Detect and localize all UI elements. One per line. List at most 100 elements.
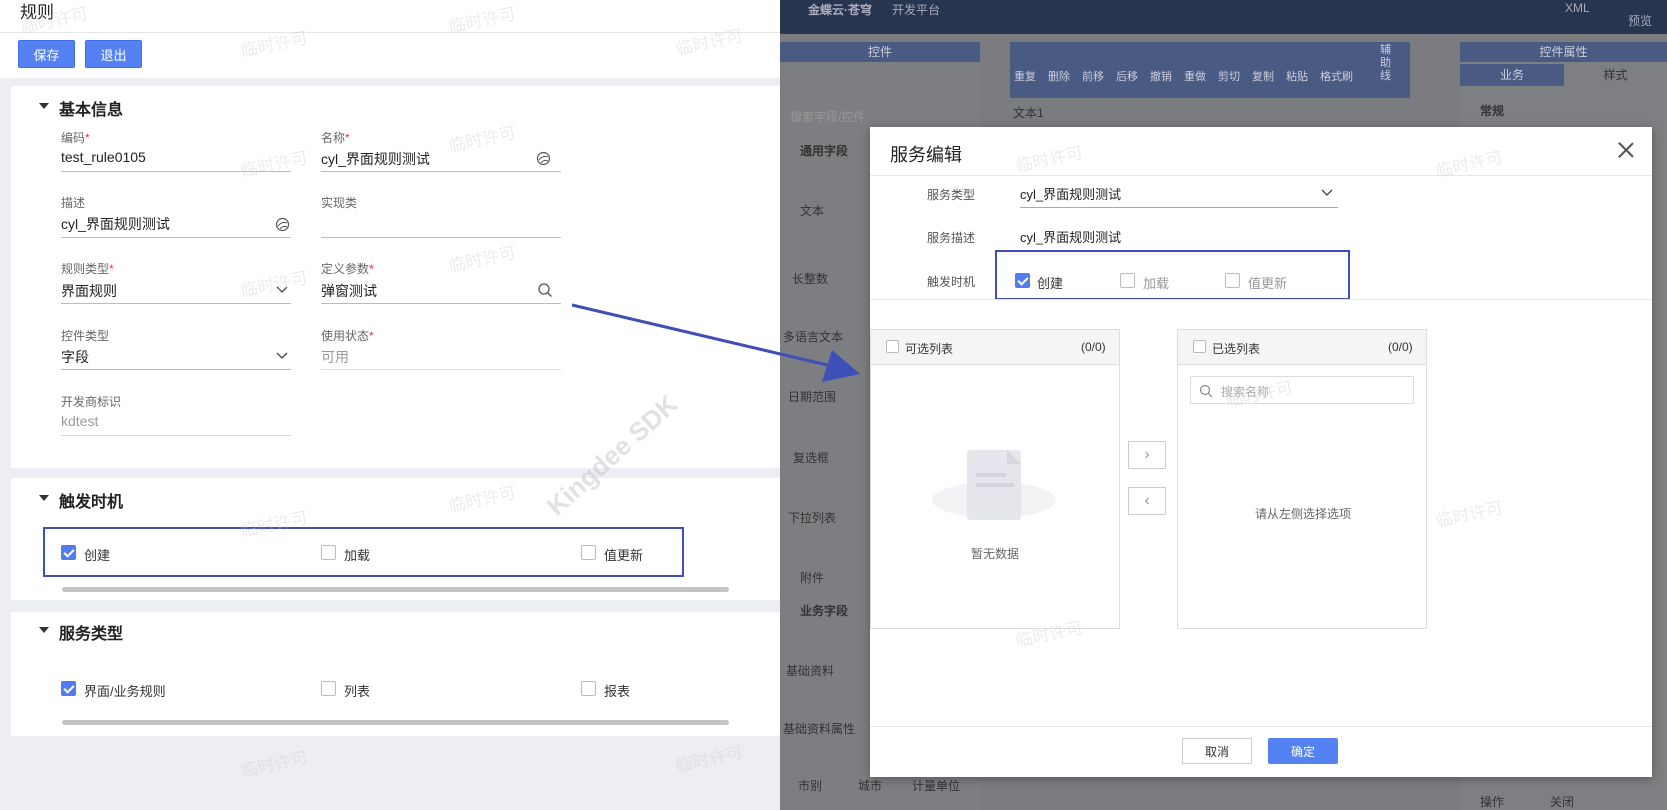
load-label: 加载 <box>1143 276 1170 291</box>
report-checkbox[interactable] <box>581 681 596 696</box>
close-icon[interactable] <box>1617 141 1635 159</box>
svc-type-select[interactable]: cyl_界面规则测试 <box>1020 184 1121 203</box>
params-label: 定义参数* <box>321 262 374 276</box>
props-title: 控件属性 <box>1460 42 1667 62</box>
tb-paste[interactable]: 粘贴 <box>1286 68 1308 84</box>
report-label: 报表 <box>604 684 631 699</box>
collapse-caret-icon <box>39 103 49 109</box>
status-label: 使用状态* <box>321 329 374 343</box>
field-basedata[interactable]: 基础资料 <box>786 662 834 679</box>
load-checkbox[interactable] <box>1120 273 1135 288</box>
canvas-text1[interactable]: 文本1 <box>1013 104 1044 121</box>
tab-business[interactable]: 业务 <box>1460 64 1564 86</box>
tb-repeat[interactable]: 重复 <box>1014 68 1036 84</box>
svc-desc-field[interactable]: cyl_界面规则测试 <box>1020 227 1121 246</box>
horizontal-scrollbar[interactable] <box>62 720 729 725</box>
ctrltype-select[interactable]: 字段 <box>61 347 89 367</box>
field-text[interactable]: 文本 <box>800 202 824 219</box>
tb-cut[interactable]: 剪切 <box>1218 68 1240 84</box>
save-button[interactable]: 保存 <box>18 40 75 68</box>
selected-count: (0/0) <box>1388 340 1413 354</box>
exit-button[interactable]: 退出 <box>85 40 142 68</box>
move-left-button[interactable]: ‹ <box>1128 487 1166 515</box>
search-name-input[interactable]: 搜索名称 <box>1190 376 1414 404</box>
ctrltype-label: 控件类型 <box>61 329 110 343</box>
list-label: 列表 <box>344 684 371 699</box>
chevron-down-icon[interactable] <box>276 351 288 361</box>
service-type-section: 服务类型 界面/业务规则 列表 报表 <box>11 612 780 736</box>
field-long[interactable]: 长整数 <box>792 270 828 287</box>
preview-button[interactable]: 预览 <box>1628 12 1652 29</box>
ruletype-select[interactable]: 界面规则 <box>61 281 117 301</box>
name-field[interactable]: cyl_界面规则测试 <box>321 149 430 169</box>
page-title: 规则 <box>20 3 54 22</box>
tb-redo[interactable]: 重做 <box>1184 68 1206 84</box>
select-all-available-checkbox[interactable] <box>886 340 899 353</box>
designer-toolbar: 重复 删除 前移 后移 撤销 重做 剪切 复制 粘贴 格式刷 辅助线 <box>1010 42 1410 98</box>
cancel-button[interactable]: 取消 <box>1182 738 1252 764</box>
field-city[interactable]: 城市 <box>858 777 882 794</box>
globe-icon[interactable] <box>536 151 551 166</box>
move-right-button[interactable]: › <box>1128 441 1166 469</box>
load-checkbox[interactable] <box>321 545 336 560</box>
list-checkbox[interactable] <box>321 681 336 696</box>
field-city-type[interactable]: 市别 <box>798 777 822 794</box>
globe-icon[interactable] <box>275 217 290 232</box>
params-field[interactable]: 弹窗测试 <box>321 281 377 301</box>
field-dropdown[interactable]: 下拉列表 <box>788 509 836 526</box>
aux-line-toggle[interactable]: 辅助线 <box>1380 44 1394 83</box>
create-checkbox[interactable] <box>61 545 76 560</box>
collapse-caret-icon <box>39 495 49 501</box>
ui-rule-checkbox[interactable] <box>61 681 76 696</box>
trigger-section: 触发时机 创建 加载 值更新 <box>11 478 780 600</box>
tab-style[interactable]: 样式 <box>1564 64 1667 86</box>
field-basedata-prop[interactable]: 基础资料属性 <box>783 720 855 737</box>
tb-copy[interactable]: 复制 <box>1252 68 1274 84</box>
desc-field[interactable]: cyl_界面规则测试 <box>61 214 170 234</box>
common-fields-header: 通用字段 <box>800 144 849 158</box>
chevron-down-icon[interactable] <box>1321 188 1333 197</box>
tb-back[interactable]: 后移 <box>1116 68 1138 84</box>
dialog-title: 服务编辑 <box>890 145 962 165</box>
ui-rule-label: 界面/业务规则 <box>84 684 166 699</box>
create-checkbox[interactable] <box>1015 273 1030 288</box>
ruletype-label: 规则类型* <box>61 262 114 276</box>
trigger-header[interactable]: 触发时机 <box>39 488 123 512</box>
tb-undo[interactable]: 撤销 <box>1150 68 1172 84</box>
field-attachment[interactable]: 附件 <box>800 569 824 586</box>
field-unit[interactable]: 计量单位 <box>912 777 960 794</box>
basic-info-header[interactable]: 基本信息 <box>39 96 123 120</box>
horizontal-scrollbar[interactable] <box>62 587 729 592</box>
empty-text: 暂无数据 <box>971 547 1020 561</box>
op-value[interactable]: 关闭 <box>1550 793 1574 810</box>
xml-button[interactable]: XML <box>1565 1 1590 15</box>
code-field[interactable]: test_rule0105 <box>61 149 146 165</box>
update-checkbox[interactable] <box>581 545 596 560</box>
tb-delete[interactable]: 删除 <box>1048 68 1070 84</box>
section-title: 触发时机 <box>59 494 124 511</box>
svc-type-label: 服务类型 <box>927 188 976 202</box>
form-header: 规则 保存 退出 <box>0 0 780 78</box>
field-checkbox[interactable]: 复选框 <box>793 449 829 466</box>
dev-field: kdtest <box>61 413 99 429</box>
rule-form-panel: 规则 保存 退出 基本信息 编码* test_rule0105 名称* cyl_… <box>0 0 780 810</box>
code-label: 编码* <box>61 131 90 145</box>
ok-button[interactable]: 确定 <box>1268 738 1338 764</box>
service-edit-dialog: 服务编辑 服务类型 cyl_界面规则测试 服务描述 cyl_界面规则测试 触发时… <box>870 127 1652 777</box>
basic-info-section: 基本信息 编码* test_rule0105 名称* cyl_界面规则测试 描述… <box>11 86 780 468</box>
update-checkbox[interactable] <box>1225 273 1240 288</box>
search-icon[interactable] <box>537 282 553 298</box>
biz-fields-header: 业务字段 <box>800 604 849 618</box>
update-label: 值更新 <box>1248 276 1288 291</box>
platform-label: 开发平台 <box>892 3 941 17</box>
chevron-down-icon[interactable] <box>276 285 288 295</box>
general-group[interactable]: 常规 <box>1480 102 1504 119</box>
available-list-panel: 可选列表 (0/0) 暂无数据 <box>870 329 1120 629</box>
tb-format[interactable]: 格式刷 <box>1320 68 1353 84</box>
tb-forward[interactable]: 前移 <box>1082 68 1104 84</box>
impl-label: 实现类 <box>321 196 358 210</box>
available-count: (0/0) <box>1081 340 1106 354</box>
palette-search[interactable]: 搜索字段/控件 <box>790 108 865 125</box>
service-type-header[interactable]: 服务类型 <box>39 620 123 644</box>
select-all-selected-checkbox[interactable] <box>1193 340 1206 353</box>
